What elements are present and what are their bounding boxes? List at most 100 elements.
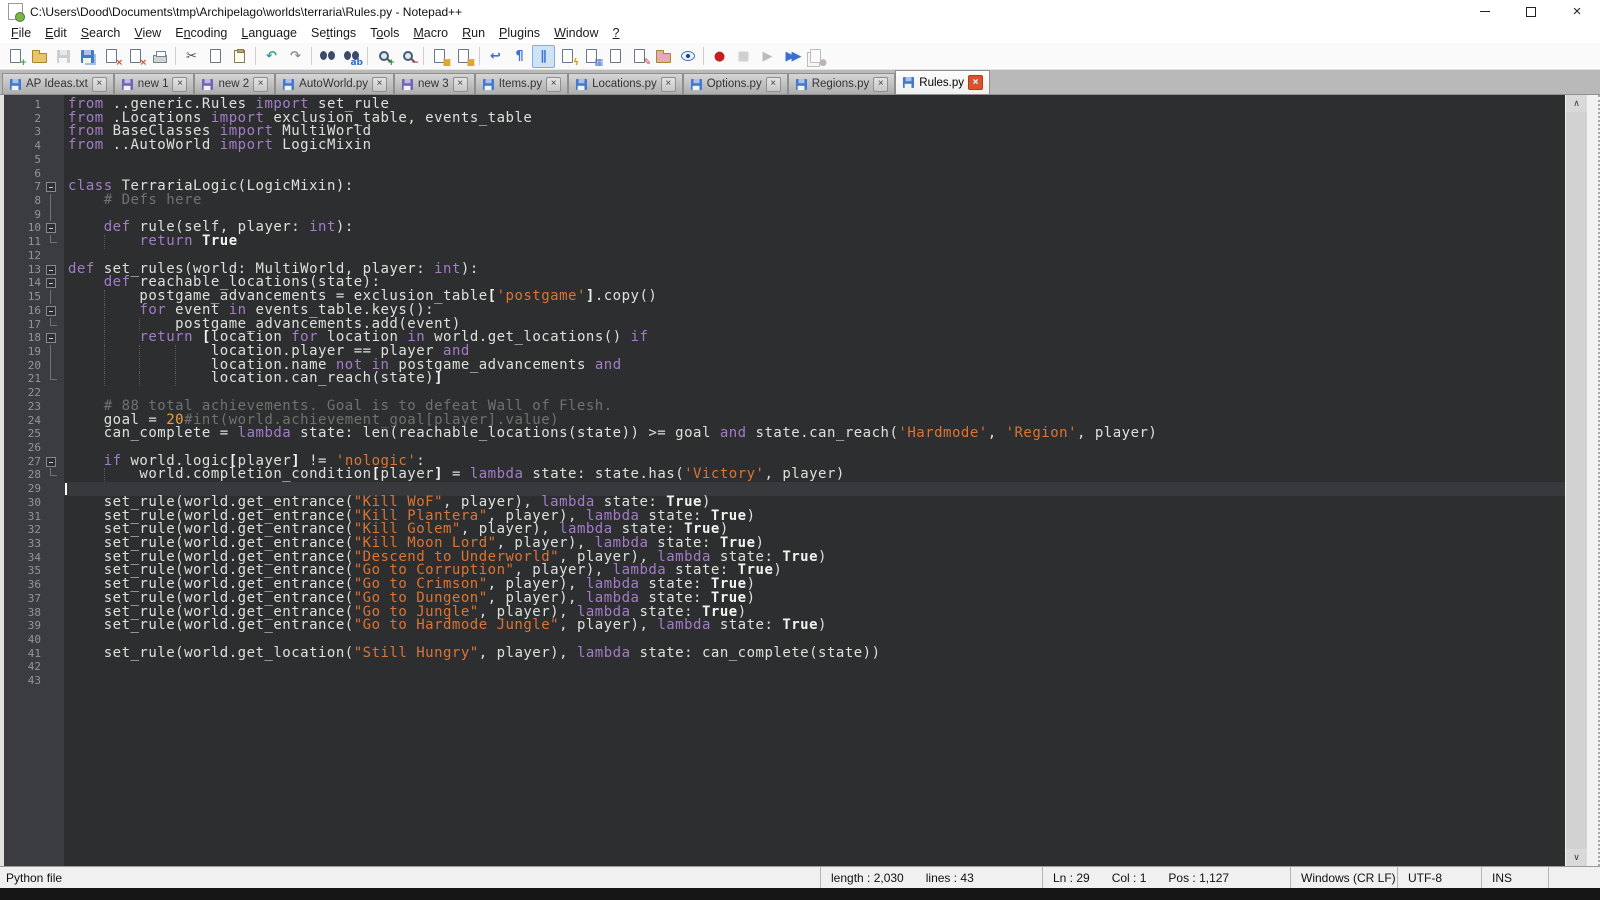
zoom-in-button[interactable]: + — [372, 45, 395, 68]
folder-as-workspace-button[interactable] — [652, 45, 675, 68]
menu-encoding[interactable]: Encoding — [168, 24, 234, 42]
tab-label: new 1 — [138, 78, 169, 90]
show-indent-guide-button[interactable]: ∥ — [532, 45, 555, 68]
tab-locations-py[interactable]: Locations.py× — [568, 73, 683, 94]
tab-regions-py[interactable]: Regions.py× — [788, 73, 896, 94]
fold-marker[interactable] — [41, 180, 64, 194]
function-list-button[interactable]: ϟ — [556, 45, 579, 68]
menu-plugins[interactable]: Plugins — [492, 24, 547, 42]
code-line[interactable]: can_complete = lambda state: len(reachab… — [64, 427, 1565, 441]
code-line[interactable] — [64, 674, 1565, 688]
menu-window[interactable]: Window — [547, 24, 605, 42]
status-eol-format[interactable]: Windows (CR LF) — [1290, 867, 1397, 888]
line-number: 42 — [4, 660, 41, 674]
code-line[interactable] — [64, 660, 1565, 674]
code-area[interactable]: from ..generic.Rules import set_rulefrom… — [64, 95, 1565, 866]
replace-button[interactable]: ab — [340, 45, 363, 68]
undo-button[interactable]: ↶ — [260, 45, 283, 68]
restore-button[interactable] — [1508, 0, 1554, 23]
code-line[interactable]: def rule(self, player: int): — [64, 221, 1565, 235]
close-document-button[interactable]: × — [100, 45, 123, 68]
tab-autoworld-py[interactable]: AutoWorld.py× — [275, 73, 394, 94]
macro-run-multiple-button[interactable]: ▶▶ — [780, 45, 803, 68]
tab-close-button[interactable]: × — [92, 77, 107, 92]
show-all-characters-button[interactable]: ¶ — [508, 45, 531, 68]
scrollbar-thumb[interactable] — [1566, 112, 1587, 849]
page-edit-button[interactable]: ✎ — [628, 45, 651, 68]
close-button[interactable]: × — [1554, 0, 1600, 23]
tab-close-button[interactable]: × — [546, 77, 561, 92]
tab-close-button[interactable]: × — [968, 75, 983, 90]
macro-record-button[interactable]: ● — [708, 45, 731, 68]
minimize-button[interactable] — [1462, 0, 1508, 23]
document-map-button[interactable]: ▦ — [580, 45, 603, 68]
code-line[interactable]: location.can_reach(state)] — [64, 372, 1565, 386]
fold-marker[interactable] — [41, 304, 64, 318]
tab-rules-py[interactable]: Rules.py× — [895, 70, 990, 94]
code-line[interactable]: world.completion_condition[player] = lam… — [64, 468, 1565, 482]
copy-button[interactable] — [204, 45, 227, 68]
fold-marker[interactable] — [41, 455, 64, 469]
menu-tools[interactable]: Tools — [363, 24, 406, 42]
tab-close-button[interactable]: × — [253, 77, 268, 92]
tab-new-3[interactable]: new 3× — [394, 73, 475, 94]
monitoring-eye-button[interactable] — [676, 45, 699, 68]
tab-close-button[interactable]: × — [453, 77, 468, 92]
tab-close-button[interactable]: × — [766, 77, 781, 92]
code-line[interactable]: return True — [64, 235, 1565, 249]
fold-marker[interactable] — [41, 221, 64, 235]
word-wrap-button[interactable]: ↩ — [484, 45, 507, 68]
tab-close-button[interactable]: × — [661, 77, 676, 92]
cut-button[interactable]: ✂ — [180, 45, 203, 68]
menu-macro[interactable]: Macro — [406, 24, 455, 42]
document-list-button[interactable] — [604, 45, 627, 68]
open-folder-button[interactable] — [28, 45, 51, 68]
save-button[interactable] — [52, 45, 75, 68]
fold-marker[interactable] — [41, 263, 64, 277]
menu-view[interactable]: View — [127, 24, 168, 42]
menu-language[interactable]: Language — [234, 24, 304, 42]
menu-settings[interactable]: Settings — [304, 24, 363, 42]
sync-horizontal-scrolling-button[interactable]: ■ — [452, 45, 475, 68]
macro-stop-button[interactable]: ■ — [732, 45, 755, 68]
status-encoding[interactable]: UTF-8 — [1397, 867, 1481, 888]
tab-items-py[interactable]: Items.py× — [475, 73, 568, 94]
line-number: 23 — [4, 400, 41, 414]
fold-marker[interactable] — [41, 276, 64, 290]
menu-search[interactable]: Search — [74, 24, 128, 42]
print-button[interactable] — [148, 45, 171, 68]
scrollbar-up-arrow[interactable]: ∧ — [1566, 95, 1587, 112]
code-line[interactable]: set_rule(world.get_entrance("Go to Hardm… — [64, 619, 1565, 633]
tab-new-1[interactable]: new 1× — [114, 73, 195, 94]
sync-vertical-scrolling-button[interactable]: ■ — [428, 45, 451, 68]
vertical-scrollbar[interactable]: ∧ ∨ — [1565, 95, 1587, 866]
menu-file[interactable]: File — [4, 24, 38, 42]
tab-close-button[interactable]: × — [873, 77, 888, 92]
tab-close-button[interactable]: × — [372, 77, 387, 92]
tab-new-2[interactable]: new 2× — [194, 73, 275, 94]
redo-button[interactable]: ↷ — [284, 45, 307, 68]
macro-play-button[interactable]: ▶ — [756, 45, 779, 68]
save-all-button[interactable] — [76, 45, 99, 68]
tab-options-py[interactable]: Options.py× — [683, 73, 788, 94]
tab-close-button[interactable]: × — [172, 77, 187, 92]
menu-run[interactable]: Run — [455, 24, 492, 42]
code-line[interactable]: class TerrariaLogic(LogicMixin): — [64, 180, 1565, 194]
new-file-button[interactable]: + — [4, 45, 27, 68]
menu-item[interactable]: ? — [606, 24, 627, 42]
code-line[interactable]: # Defs here — [64, 194, 1565, 208]
zoom-out-button[interactable]: − — [396, 45, 419, 68]
code-line[interactable]: from ..AutoWorld import LogicMixin — [64, 139, 1565, 153]
macro-save-button[interactable]: ● — [804, 45, 827, 68]
fold-margin — [41, 208, 64, 222]
menu-edit[interactable]: Edit — [38, 24, 74, 42]
code-line[interactable]: set_rule(world.get_location("Still Hungr… — [64, 647, 1565, 661]
code-line[interactable] — [64, 153, 1565, 167]
find-button[interactable] — [316, 45, 339, 68]
tab-ap-ideas-txt[interactable]: AP Ideas.txt× — [2, 73, 114, 94]
paste-button[interactable] — [228, 45, 251, 68]
scrollbar-down-arrow[interactable]: ∨ — [1566, 849, 1587, 866]
close-all-documents-button[interactable]: × — [124, 45, 147, 68]
fold-marker[interactable] — [41, 331, 64, 345]
status-insert-mode[interactable]: INS — [1481, 867, 1548, 888]
